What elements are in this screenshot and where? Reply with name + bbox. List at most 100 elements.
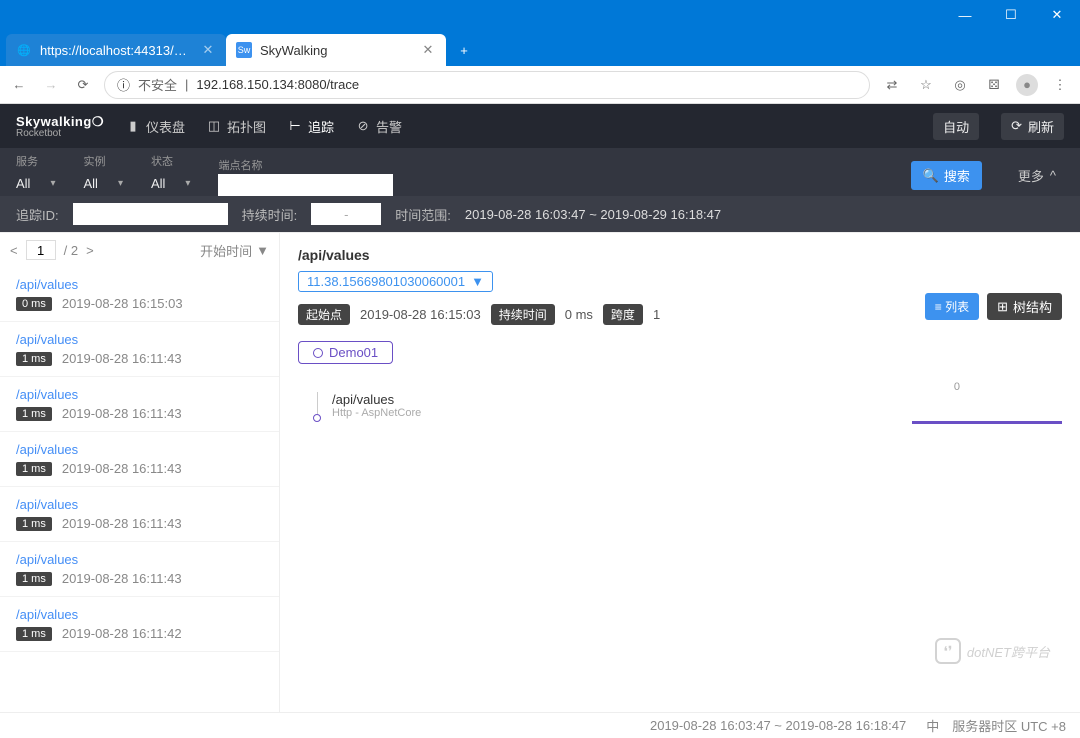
- sort-label: 开始时间: [200, 241, 252, 260]
- trace-endpoint: /api/values: [16, 552, 263, 567]
- trace-timestamp: 2019-08-28 16:11:43: [62, 351, 182, 366]
- window-minimize[interactable]: —: [942, 0, 988, 30]
- page-count: / 2: [64, 243, 78, 258]
- tab-skywalking[interactable]: Sw SkyWalking ✕: [226, 34, 446, 66]
- start-label-pill: 起始点: [298, 304, 350, 325]
- menu-icon[interactable]: ⋮: [1048, 73, 1072, 97]
- instance-filter[interactable]: 实例 All▾: [83, 153, 122, 196]
- close-icon[interactable]: ✕: [420, 42, 436, 58]
- sort-dropdown[interactable]: 开始时间 ▼: [200, 241, 269, 260]
- window-maximize[interactable]: ☐: [988, 0, 1034, 30]
- star-icon[interactable]: ☆: [914, 73, 938, 97]
- duration-label-pill: 持续时间: [491, 304, 555, 325]
- filter-value: All: [16, 176, 30, 191]
- span-row[interactable]: /api/values Http - AspNetCore: [312, 392, 1062, 422]
- trace-list-item[interactable]: /api/values1 ms2019-08-28 16:11:43: [0, 377, 279, 432]
- refresh-label: 刷新: [1028, 117, 1054, 136]
- nav-alarm[interactable]: ⊘ 告警: [356, 117, 402, 136]
- app-header: Skywalking❍ Rocketbot ▮仪表盘 ◫拓扑图 ⊢追踪 ⊘告警 …: [0, 104, 1080, 148]
- globe-icon: 🌐: [16, 42, 32, 58]
- list-view-button[interactable]: ≡ 列表: [925, 293, 979, 320]
- duration-badge: 1 ms: [16, 352, 52, 366]
- address-bar: ← → ⟳ ⓘ 不安全 | 192.168.150.134:8080/trace…: [0, 66, 1080, 104]
- service-name: Demo01: [329, 345, 378, 360]
- search-button[interactable]: 🔍搜索: [911, 161, 982, 190]
- chevron-down-icon: ▼: [471, 274, 484, 289]
- filter-bar: 服务 All▾ 实例 All▾ 状态 All▾ 端点名称 🔍搜索 更多^: [0, 148, 1080, 196]
- trace-endpoint: /api/values: [16, 332, 263, 347]
- nav-label: 仪表盘: [146, 117, 185, 136]
- reload-button[interactable]: ⟳: [72, 74, 94, 96]
- filter-value: All: [151, 176, 165, 191]
- chevron-down-icon: ▼: [256, 243, 269, 258]
- time-range[interactable]: 2019-08-28 16:03:47 ~ 2019-08-29 16:18:4…: [465, 207, 721, 222]
- service-tag[interactable]: Demo01: [298, 341, 393, 364]
- search-icon: 🔍: [923, 168, 939, 184]
- auto-button[interactable]: 自动: [933, 113, 979, 140]
- new-tab-button[interactable]: +: [450, 36, 478, 64]
- omnibox[interactable]: ⓘ 不安全 | 192.168.150.134:8080/trace: [104, 71, 870, 99]
- span-subtitle: Http - AspNetCore: [332, 407, 421, 419]
- nav-label: 告警: [376, 117, 402, 136]
- span-dot-icon: [313, 414, 321, 422]
- page-input[interactable]: [26, 240, 56, 260]
- brand-sub: Rocketbot: [16, 129, 104, 139]
- status-bar: 2019-08-28 16:03:47 ~ 2019-08-28 16:18:4…: [0, 712, 1080, 738]
- service-filter[interactable]: 服务 All▾: [16, 153, 55, 196]
- filter-bar-2: 追踪ID: 持续时间: - 时间范围: 2019-08-28 16:03:47 …: [0, 196, 1080, 232]
- trace-timestamp: 2019-08-28 16:11:43: [62, 516, 182, 531]
- chevron-up-icon: ^: [1050, 168, 1056, 183]
- axis-zero: 0: [954, 381, 960, 393]
- trace-list-item[interactable]: /api/values1 ms2019-08-28 16:11:43: [0, 487, 279, 542]
- content-body: < / 2 > 开始时间 ▼ /api/values0 ms2019-08-28 …: [0, 232, 1080, 712]
- forward-button[interactable]: →: [40, 74, 62, 96]
- trace-list-item[interactable]: /api/values1 ms2019-08-28 16:11:43: [0, 432, 279, 487]
- url-text: 192.168.150.134:8080/trace: [196, 77, 359, 92]
- nav-topology[interactable]: ◫拓扑图: [207, 117, 266, 136]
- next-page[interactable]: >: [86, 243, 94, 258]
- alarm-icon: ⊘: [356, 119, 370, 133]
- trace-list-item[interactable]: /api/values1 ms2019-08-28 16:11:42: [0, 597, 279, 652]
- tab-localhost[interactable]: 🌐 https://localhost:44313/api/va ✕: [6, 34, 226, 66]
- profile-avatar[interactable]: ●: [1016, 74, 1038, 96]
- skywalking-app: Skywalking❍ Rocketbot ▮仪表盘 ◫拓扑图 ⊢追踪 ⊘告警 …: [0, 104, 1080, 738]
- trace-endpoint: /api/values: [16, 607, 263, 622]
- traceid-input[interactable]: [73, 203, 228, 225]
- tree-view-button[interactable]: ⊞树结构: [987, 293, 1062, 320]
- window-close[interactable]: ✕: [1034, 0, 1080, 30]
- duration-label: 持续时间:: [242, 205, 298, 224]
- refresh-icon: ⟳: [1011, 118, 1022, 134]
- trace-list-item[interactable]: /api/values0 ms2019-08-28 16:15:03: [0, 267, 279, 322]
- trace-timestamp: 2019-08-28 16:11:43: [62, 571, 182, 586]
- info-icon: ⓘ: [117, 75, 130, 94]
- tree-icon: ⊞: [997, 299, 1008, 315]
- nav-dashboard[interactable]: ▮ 仪表盘: [126, 117, 185, 136]
- trace-list-panel: < / 2 > 开始时间 ▼ /api/values0 ms2019-08-28 …: [0, 233, 280, 712]
- more-button[interactable]: 更多^: [1010, 161, 1064, 190]
- trace-list-item[interactable]: /api/values1 ms2019-08-28 16:11:43: [0, 542, 279, 597]
- nav-trace[interactable]: ⊢追踪: [288, 117, 334, 136]
- spans-value: 1: [653, 307, 660, 322]
- refresh-button[interactable]: ⟳ 刷新: [1001, 113, 1064, 140]
- circle-icon: [313, 348, 323, 358]
- nav-label: 追踪: [308, 117, 334, 136]
- extension-icon[interactable]: ◎: [948, 73, 972, 97]
- filter-label: 状态: [151, 153, 190, 169]
- brand-glyph-icon: ❍: [92, 114, 104, 129]
- trace-list-item[interactable]: /api/values 1 ms 2019-08-28 16:11:43: [0, 322, 279, 377]
- status-filter[interactable]: 状态 All▾: [151, 153, 190, 196]
- endpoint-input[interactable]: [218, 174, 393, 196]
- duration-badge: 1 ms: [16, 462, 52, 476]
- close-icon[interactable]: ✕: [200, 42, 216, 58]
- dashboard-icon: ▮: [126, 119, 140, 133]
- extension-icon[interactable]: ⚄: [982, 73, 1006, 97]
- tab-title: SkyWalking: [260, 43, 412, 58]
- translate-icon[interactable]: ⇄: [880, 73, 904, 97]
- trace-id-selector[interactable]: 11.38.15669801030060001 ▼: [298, 271, 493, 292]
- back-button[interactable]: ←: [8, 74, 30, 96]
- duration-input[interactable]: -: [311, 203, 381, 225]
- footer-range[interactable]: 2019-08-28 16:03:47 ~ 2019-08-28 16:18:4…: [650, 718, 906, 733]
- trace-endpoint: /api/values: [16, 442, 263, 457]
- prev-page[interactable]: <: [10, 243, 18, 258]
- trace-id-value: 11.38.15669801030060001: [307, 274, 465, 289]
